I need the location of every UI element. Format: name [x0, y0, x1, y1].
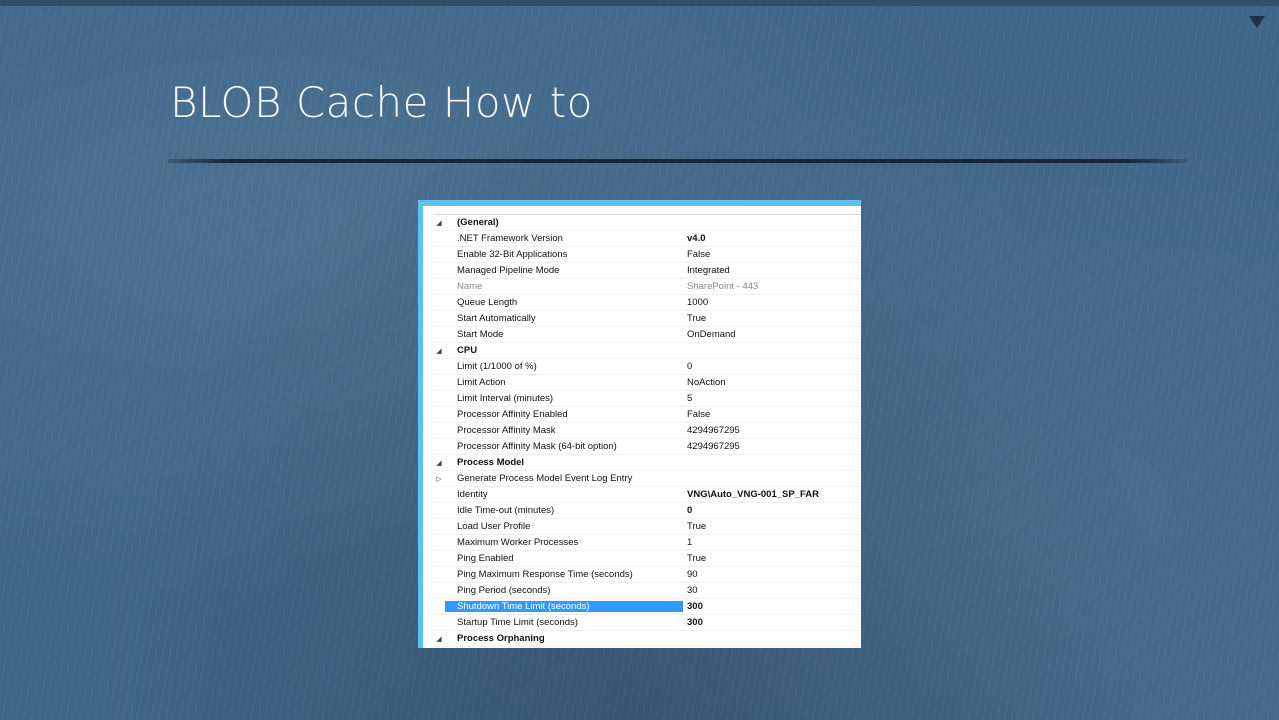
property-value[interactable]: 0 [683, 505, 861, 516]
property-value[interactable]: Integrated [683, 265, 861, 276]
property-value[interactable]: False [683, 409, 861, 420]
property-name: Start Mode [457, 329, 504, 340]
property-row[interactable]: Processor Affinity Mask 4294967295 [433, 423, 861, 439]
property-name: Process Orphaning [457, 633, 545, 644]
property-row[interactable]: Shutdown Time Limit (seconds) 300 [433, 599, 861, 615]
title-divider [168, 159, 1188, 163]
property-value[interactable]: NoAction [683, 377, 861, 388]
property-row[interactable]: Processor Affinity Enabled False [433, 407, 861, 423]
property-section-header[interactable]: ◢ Process Orphaning [433, 631, 861, 647]
collapse-arrow-icon[interactable]: ◢ [433, 459, 445, 467]
property-name: (General) [457, 217, 499, 228]
property-name: Name [457, 281, 483, 292]
property-value[interactable]: 5 [683, 393, 861, 404]
property-row[interactable]: Limit Action NoAction [433, 375, 861, 391]
property-name: Enable 32-Bit Applications [457, 249, 568, 260]
property-name: Generate Process Model Event Log Entry [457, 473, 633, 484]
property-value[interactable]: v4.0 [683, 233, 861, 244]
property-name: Queue Length [457, 297, 518, 308]
property-name: Start Automatically [457, 313, 536, 324]
property-name: Idle Time-out (minutes) [457, 505, 555, 516]
property-row[interactable]: Ping Period (seconds) 30 [433, 583, 861, 599]
property-value[interactable]: False [683, 249, 861, 260]
property-value[interactable]: OnDemand [683, 329, 861, 340]
property-row[interactable]: Idle Time-out (minutes) 0 [433, 503, 861, 519]
property-value[interactable]: 4294967295 [683, 441, 861, 452]
property-value[interactable]: 300 [683, 617, 861, 628]
property-name: Shutdown Time Limit (seconds) [445, 601, 683, 612]
app-pool-settings-screenshot: ◢ (General) .NET Framework Version v4.0 Enab… [418, 200, 861, 648]
property-name: Limit Interval (minutes) [457, 393, 554, 404]
collapse-arrow-icon[interactable]: ◢ [433, 635, 445, 643]
property-name: Identity [457, 489, 488, 500]
property-row[interactable]: Name SharePoint - 443 [433, 279, 861, 295]
property-value[interactable]: True [683, 553, 861, 564]
property-row[interactable]: EnabledFalse [433, 647, 861, 648]
property-name: CPU [457, 345, 478, 356]
property-row[interactable]: Maximum Worker Processes 1 [433, 535, 861, 551]
property-row[interactable]: Enable 32-Bit Applications False [433, 247, 861, 263]
property-grid: ◢ (General) .NET Framework Version v4.0 Enab… [433, 214, 861, 648]
property-section-header[interactable]: ◢ Process Model [433, 455, 861, 471]
property-name: Processor Affinity Enabled [457, 409, 568, 420]
property-value[interactable]: 4294967295 [683, 425, 861, 436]
property-name: Limit (1/1000 of %) [457, 361, 537, 372]
property-row[interactable]: Ping Maximum Response Time (seconds) 90 [433, 567, 861, 583]
property-row[interactable]: Queue Length 1000 [433, 295, 861, 311]
collapse-arrow-icon[interactable]: ◢ [433, 347, 445, 355]
property-value[interactable]: True [683, 313, 861, 324]
property-row[interactable]: Ping Enabled True [433, 551, 861, 567]
property-row[interactable]: .NET Framework Version v4.0 [433, 231, 861, 247]
property-row[interactable]: Limit Interval (minutes) 5 [433, 391, 861, 407]
property-name: Ping Period (seconds) [457, 585, 551, 596]
property-name: Process Model [457, 457, 525, 468]
property-name: Ping Enabled [457, 553, 514, 564]
property-row[interactable]: Processor Affinity Mask (64-bit option) 4… [433, 439, 861, 455]
property-section-header[interactable]: ◢ (General) [433, 215, 861, 231]
slide-title: BLOB Cache How to [170, 78, 593, 127]
property-row[interactable]: Start Automatically True [433, 311, 861, 327]
corner-triangle-icon [1249, 16, 1265, 28]
property-name: Managed Pipeline Mode [457, 265, 560, 276]
property-name: Ping Maximum Response Time (seconds) [457, 569, 633, 580]
property-row[interactable]: Load User Profile True [433, 519, 861, 535]
property-value[interactable]: VNG\Auto_VNG-001_SP_FAR [683, 489, 861, 500]
property-value[interactable]: SharePoint - 443 [683, 281, 861, 292]
property-value[interactable]: 1 [683, 537, 861, 548]
property-name: Startup Time Limit (seconds) [457, 617, 578, 628]
property-name: Processor Affinity Mask [457, 425, 556, 436]
property-row[interactable]: Startup Time Limit (seconds) 300 [433, 615, 861, 631]
property-row[interactable]: ▷ Generate Process Model Event Log Entry [433, 471, 861, 487]
property-value[interactable]: 90 [683, 569, 861, 580]
property-section-header[interactable]: ◢ CPU [433, 343, 861, 359]
property-value[interactable]: 0 [683, 361, 861, 372]
property-value[interactable]: 300 [683, 601, 861, 612]
property-value[interactable]: 30 [683, 585, 861, 596]
property-row[interactable]: Start Mode OnDemand [433, 327, 861, 343]
property-name: .NET Framework Version [457, 233, 563, 244]
property-row[interactable]: Limit (1/1000 of %) 0 [433, 359, 861, 375]
property-name: Processor Affinity Mask (64-bit option) [457, 441, 617, 452]
property-name: Limit Action [457, 377, 506, 388]
property-row[interactable]: Managed Pipeline Mode Integrated [433, 263, 861, 279]
property-name: Load User Profile [457, 521, 531, 532]
property-name: Maximum Worker Processes [457, 537, 579, 548]
slide-top-strip [0, 0, 1279, 6]
property-value[interactable]: True [683, 521, 861, 532]
property-row[interactable]: Identity VNG\Auto_VNG-001_SP_FAR [433, 487, 861, 503]
property-value[interactable]: 1000 [683, 297, 861, 308]
expand-arrow-icon[interactable]: ▷ [433, 475, 445, 483]
collapse-arrow-icon[interactable]: ◢ [433, 219, 445, 227]
